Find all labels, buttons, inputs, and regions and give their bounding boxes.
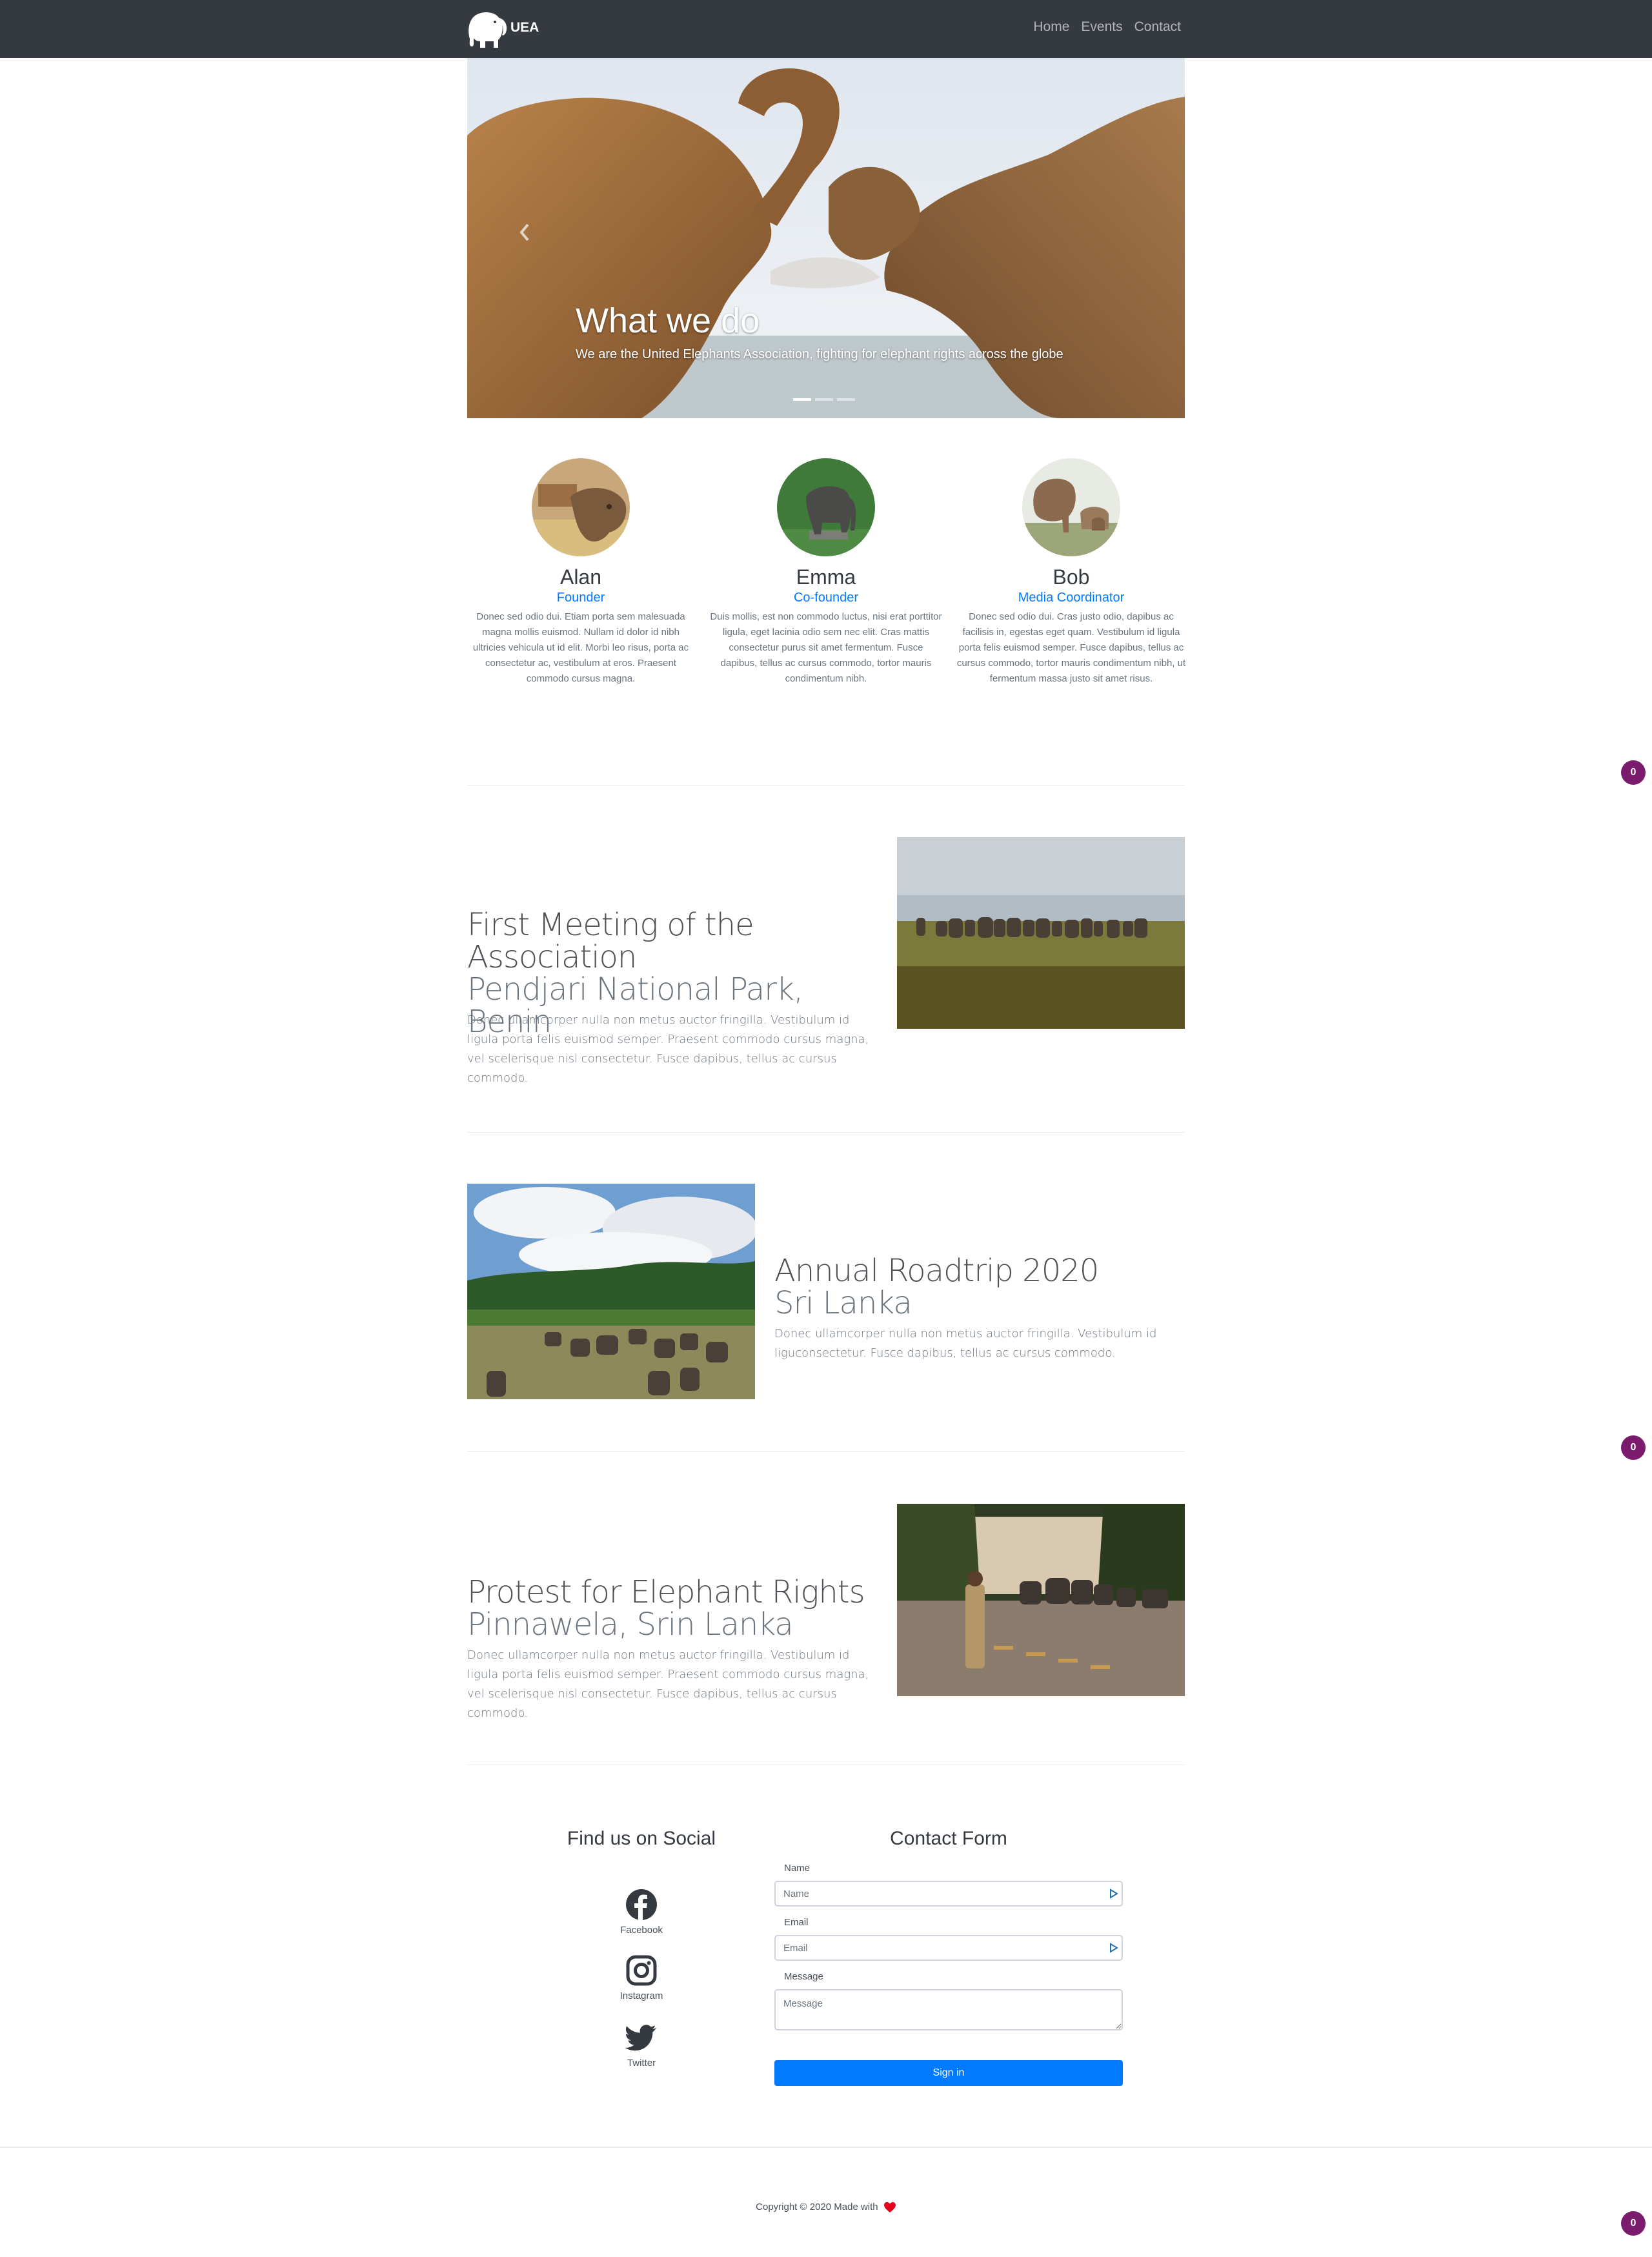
carousel-indicators	[793, 398, 855, 401]
avatar	[532, 458, 630, 556]
team-name: Emma	[796, 565, 856, 589]
emma-photo	[777, 458, 875, 556]
heart-icon	[883, 2202, 896, 2213]
event-heading: Annual Roadtrip 2020 Sri Lanka	[774, 1255, 1174, 1319]
event-heading: Protest for Elephant Rights Pinnawela, S…	[467, 1576, 880, 1641]
social-label: Facebook	[620, 1925, 663, 1936]
river-elephants-photo	[467, 1184, 755, 1399]
nav-events[interactable]: Events	[1081, 19, 1122, 35]
protest-street-photo	[897, 1504, 1185, 1696]
social-title: Find us on Social	[567, 1828, 716, 1849]
hero-carousel: What we do We are the United Elephants A…	[467, 58, 1185, 418]
event-image	[897, 837, 1185, 1029]
brand[interactable]: UEA	[466, 9, 539, 49]
event-title-line-2: Association	[467, 939, 637, 975]
carousel-indicator-3[interactable]	[837, 398, 855, 401]
submit-button[interactable]: Sign in	[774, 2060, 1123, 2086]
facebook-icon	[626, 1889, 657, 1920]
autofill-icon[interactable]	[1109, 1943, 1119, 1953]
carousel-indicator-1[interactable]	[793, 398, 811, 401]
team-member-emma: Emma Co-founder Duis mollis, est non com…	[710, 458, 942, 687]
carousel-prev-button[interactable]	[512, 213, 538, 252]
team-bio: Duis mollis, est non commodo luctus, nis…	[710, 611, 942, 684]
event-text: Donec ullamcorper nulla non metus auctor…	[467, 1013, 869, 1085]
hero-text: We are the United Elephants Association,…	[576, 347, 1063, 361]
hero-title: What we do	[576, 301, 760, 340]
event-title: Protest for Elephant Rights	[467, 1574, 865, 1610]
section-divider	[467, 1132, 1185, 1133]
twitter-link[interactable]: Twitter	[609, 2021, 674, 2069]
team-role: Founder	[556, 591, 605, 605]
notification-badge[interactable]: 0	[1621, 1435, 1646, 1460]
event-location: Pinnawela, Srin Lanka	[467, 1606, 794, 1643]
social-label: Twitter	[627, 2058, 656, 2069]
copyright: Copyright © 2020 Made with	[0, 2201, 1652, 2213]
team-bio: Donec sed odio dui. Cras justo odio, dap…	[956, 611, 1186, 684]
event-text: Donec ullamcorper nulla non metus auctor…	[467, 1648, 869, 1720]
event-location: Sri Lanka	[774, 1285, 912, 1321]
name-input[interactable]	[774, 1881, 1123, 1907]
nav-contact[interactable]: Contact	[1134, 19, 1181, 35]
name-label: Name	[784, 1863, 811, 1874]
avatar	[1022, 458, 1120, 556]
nav-links: Home Events Contact	[1033, 19, 1181, 35]
elephant-herd-photo	[897, 837, 1185, 1029]
carousel-indicator-2[interactable]	[815, 398, 833, 401]
avatar	[777, 458, 875, 556]
event-title: First Meeting of the	[467, 907, 754, 943]
section-divider	[467, 1451, 1185, 1452]
instagram-icon	[626, 1955, 657, 1986]
event-text: Donec ullamcorper nulla non metus auctor…	[774, 1327, 1157, 1360]
email-input[interactable]	[774, 1935, 1123, 1961]
team-name: Alan	[559, 565, 602, 589]
navbar: UEA Home Events Contact	[0, 0, 1652, 58]
event-title: Annual Roadtrip 2020	[774, 1253, 1099, 1289]
chevron-left-icon	[519, 223, 529, 241]
message-label: Message	[784, 1971, 823, 1982]
nav-home[interactable]: Home	[1033, 19, 1069, 35]
team-bio: Donec sed odio dui. Etiam porta sem male…	[472, 611, 689, 684]
footer: Copyright © 2020 Made with	[0, 2147, 1652, 2257]
event-image	[467, 1184, 755, 1399]
team-role: Media Coordinator	[1018, 591, 1125, 605]
copyright-text: Copyright © 2020 Made with	[756, 2201, 878, 2212]
event-image	[897, 1504, 1185, 1696]
facebook-link[interactable]: Facebook	[609, 1888, 674, 1936]
team-role: Co-founder	[793, 591, 859, 605]
hero-image	[467, 58, 1185, 418]
hero-caption: What we do We are the United Elephants A…	[576, 300, 1063, 362]
email-label: Email	[784, 1917, 809, 1928]
message-textarea[interactable]	[774, 1989, 1123, 2030]
team-name: Bob	[1053, 565, 1090, 589]
instagram-link[interactable]: Instagram	[609, 1954, 674, 2001]
elephant-logo-icon	[468, 12, 507, 48]
contact-form-title: Contact Form	[890, 1828, 1007, 1849]
twitter-icon	[625, 2025, 656, 2051]
bob-photo	[1022, 458, 1120, 556]
notification-badge[interactable]: 0	[1621, 760, 1646, 785]
team-member-alan: Alan Founder Donec sed odio dui. Etiam p…	[465, 458, 697, 687]
team-member-bob: Bob Media Coordinator Donec sed odio dui…	[955, 458, 1187, 687]
notification-badge[interactable]: 0	[1621, 2211, 1646, 2236]
brand-text: UEA	[510, 20, 539, 35]
social-label: Instagram	[620, 1990, 663, 2001]
autofill-icon[interactable]	[1109, 1888, 1119, 1899]
alan-photo	[532, 458, 630, 556]
